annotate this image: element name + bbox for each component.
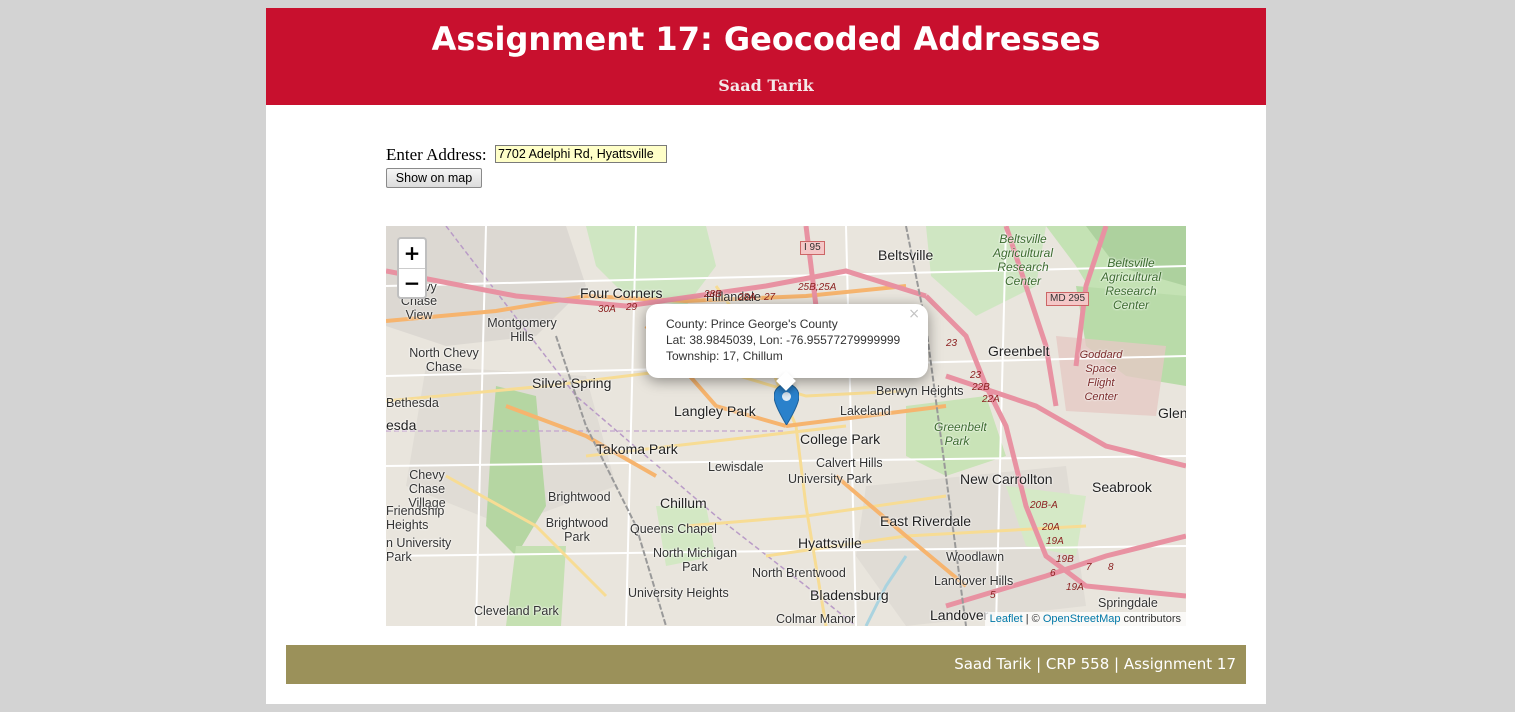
exit-label: 5: [990, 590, 996, 601]
place-lewisdale: Lewisdale: [708, 460, 764, 474]
attribution-suffix: contributors: [1120, 613, 1181, 625]
exit-label: 19A: [1046, 536, 1064, 547]
page-header: Assignment 17: Geocoded Addresses Saad T…: [266, 8, 1266, 105]
place-landover-hills: Landover Hills: [934, 574, 1014, 588]
place-cleveland-park: Cleveland Park: [474, 604, 559, 618]
exit-label: 20A: [1042, 522, 1060, 533]
page-footer: Saad Tarik | CRP 558 | Assignment 17: [286, 645, 1246, 684]
map-attribution: Leaflet | © OpenStreetMap contributors: [984, 612, 1186, 626]
place-bladensburg: Bladensburg: [810, 587, 889, 603]
place-friendship-heights: Friendship Heights: [386, 504, 445, 532]
exit-label: 22B: [972, 382, 990, 393]
page-title: Assignment 17: Geocoded Addresses: [431, 20, 1101, 58]
place-east-riverdale: East Riverdale: [880, 513, 972, 529]
place-bethesda: Bethesda: [386, 396, 439, 410]
place-brightwood: Brightwood: [548, 490, 611, 504]
place-north-brentwood: North Brentwood: [752, 566, 846, 580]
place-montgomery-hills: Montgomery Hills: [487, 316, 557, 344]
footer-text: Saad Tarik | CRP 558 | Assignment 17: [954, 655, 1236, 673]
place-goddard: Goddard Space Flight Center: [1079, 349, 1123, 403]
exit-label: 25B;25A: [798, 282, 837, 293]
exit-label: 19A: [1066, 582, 1084, 593]
exit-label: 6: [1050, 568, 1056, 579]
place-hyattsville: Hyattsville: [798, 535, 862, 551]
exit-label: 20B-A: [1030, 500, 1058, 511]
place-college-park: College Park: [800, 431, 881, 447]
place-berwyn-heights: Berwyn Heights: [876, 384, 964, 398]
place-university-park: University Park: [788, 472, 873, 486]
place-beltsville: Beltsville: [878, 247, 934, 263]
exit-label: 23: [946, 338, 958, 349]
place-calvert-hills: Calvert Hills: [816, 456, 883, 470]
shield-i95: I 95: [800, 241, 825, 255]
exit-label: 29: [626, 302, 638, 313]
close-icon[interactable]: ×: [908, 306, 920, 322]
zoom-out-button[interactable]: −: [399, 269, 425, 298]
place-seabrook: Seabrook: [1092, 479, 1152, 495]
attribution-separator: | ©: [1022, 613, 1043, 625]
address-input[interactable]: [495, 145, 667, 163]
zoom-in-button[interactable]: +: [399, 239, 425, 269]
place-glenn: Glenn: [1158, 405, 1186, 421]
exit-label: 7: [1086, 562, 1092, 573]
author-name: Saad Tarik: [718, 76, 814, 95]
place-greenbelt: Greenbelt: [988, 343, 1050, 359]
place-university-park-west: n University Park: [386, 536, 452, 564]
place-langley-park: Langley Park: [674, 403, 756, 419]
shield-md295: MD 295: [1046, 292, 1090, 306]
osm-link[interactable]: OpenStreetMap: [1043, 613, 1121, 625]
place-beltsville-center-2: Beltsville Agricultural Research Center: [1100, 256, 1162, 312]
place-greenbelt-park: Greenbelt Park: [934, 420, 987, 448]
popup-content: County: Prince George's County Lat: 38.9…: [666, 316, 900, 364]
place-new-carrollton: New Carrollton: [960, 471, 1053, 487]
place-queens-chapel: Queens Chapel: [630, 522, 717, 536]
place-colmar-manor: Colmar Manor: [776, 612, 856, 626]
zoom-control: + −: [397, 237, 427, 299]
address-label: Enter Address:: [386, 145, 487, 164]
exit-label: 22A: [982, 394, 1000, 405]
popup-county: County: Prince George's County: [666, 317, 838, 331]
place-four-corners: Four Corners: [580, 285, 663, 301]
page-container: Assignment 17: Geocoded Addresses Saad T…: [266, 8, 1266, 704]
place-north-chevy-chase: North Chevy Chase: [409, 346, 479, 374]
map-view[interactable]: Four Corners Hillandale Beltsville Belts…: [386, 226, 1186, 626]
popup-coordinates: Lat: 38.9845039, Lon: -76.95577279999999: [666, 333, 901, 347]
popup-township: Township: 17, Chillum: [666, 349, 783, 363]
place-brightwood-park: Brightwood Park: [545, 516, 609, 544]
place-university-heights: University Heights: [628, 586, 729, 600]
show-on-map-button[interactable]: Show on map: [386, 168, 482, 188]
place-woodlawn: Woodlawn: [946, 550, 1005, 564]
place-esda: esda: [386, 417, 417, 433]
place-landover: Landover: [930, 607, 989, 623]
place-beltsville-center: Beltsville Agricultural Research Center: [992, 232, 1054, 288]
exit-label: 27: [764, 292, 776, 303]
exit-label: 28B: [704, 289, 722, 300]
exit-label: 23: [970, 370, 982, 381]
location-marker-icon[interactable]: [773, 383, 800, 429]
place-chillum: Chillum: [660, 495, 707, 511]
exit-label: 30A: [598, 304, 616, 315]
exit-label: 28A: [738, 292, 756, 303]
place-springdale: Springdale: [1098, 596, 1158, 610]
exit-label: 8: [1108, 562, 1114, 573]
exit-label: 19B: [1056, 554, 1074, 565]
leaflet-link[interactable]: Leaflet: [990, 613, 1023, 625]
place-north-michigan-park: North Michigan Park: [652, 546, 738, 574]
place-lakeland: Lakeland: [840, 404, 891, 418]
place-silver-spring: Silver Spring: [532, 375, 612, 391]
map-popup: County: Prince George's County Lat: 38.9…: [646, 304, 928, 391]
place-takoma-park: Takoma Park: [596, 441, 678, 457]
